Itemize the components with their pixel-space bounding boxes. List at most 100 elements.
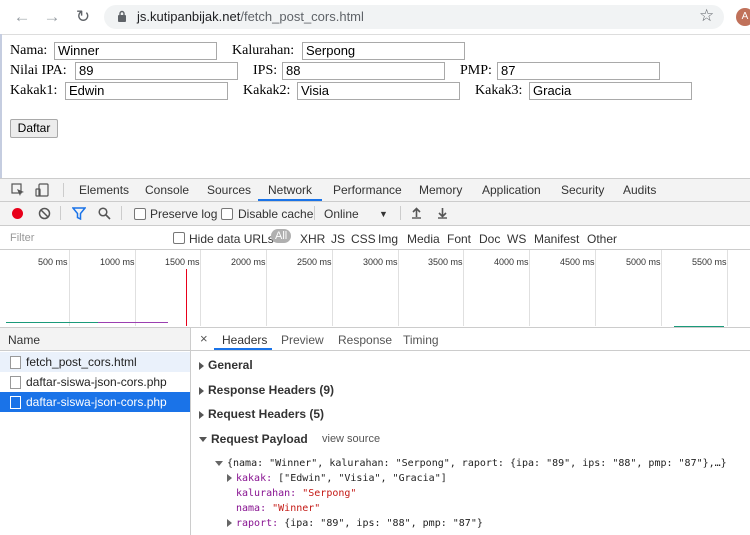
payload-row-raport[interactable]: raport: {ipa: "89", ips: "88", pmp: "87"… [227,518,483,529]
filter-type-css[interactable]: CSS [351,232,376,246]
triangle-right-icon [227,519,232,527]
kalurahan-input[interactable]: Serpong [302,42,465,60]
section-general[interactable]: General [199,358,253,372]
kakak3-label: Kakak3: [475,83,523,98]
document-icon [10,396,21,409]
payload-value: "Winner" [272,503,321,514]
kakak1-label: Kakak1: [10,83,58,98]
pmp-input[interactable]: 87 [497,62,660,80]
section-response-headers[interactable]: Response Headers (9) [199,383,334,397]
throttle-select[interactable]: Online [324,207,359,221]
tab-network[interactable]: Network [268,183,312,197]
reload-icon[interactable]: ↻ [73,7,93,27]
export-har-icon[interactable] [437,207,448,219]
filter-type-img[interactable]: Img [378,232,398,246]
timeline-tick: 3000 ms [363,257,398,267]
divider [400,206,401,220]
page-edge [0,34,2,179]
timeline-bar [98,322,168,323]
arrow-left-icon[interactable]: ← [12,7,32,27]
disable-cache-checkbox[interactable] [221,208,233,220]
url-text[interactable]: js.kutipanbijak.net/fetch_post_cors.html [137,9,364,24]
view-source-link[interactable]: view source [322,433,380,445]
filter-type-xhr[interactable]: XHR [300,232,325,246]
tab-elements[interactable]: Elements [79,183,129,197]
timeline-tick: 2000 ms [231,257,266,267]
inspect-element-icon[interactable] [11,183,25,197]
section-response-headers-label: Response Headers (9) [208,383,335,397]
import-har-icon[interactable] [411,207,422,219]
request-list: Name fetch_post_cors.html daftar-siswa-j… [0,328,191,535]
filter-type-other[interactable]: Other [587,232,617,246]
tab-console[interactable]: Console [145,183,189,197]
timeline-gridline [398,250,399,326]
tab-sources[interactable]: Sources [207,183,251,197]
timeline-tick: 500 ms [38,257,68,267]
request-name: daftar-siswa-json-cors.php [26,375,167,389]
tab-application[interactable]: Application [482,183,541,197]
timeline-gridline [69,250,70,326]
kakak1-input[interactable]: Edwin [65,82,228,100]
payload-row-kakak[interactable]: kakak: ["Edwin", "Visia", "Gracia"] [227,473,447,484]
name-header-label: Name [8,333,41,347]
filter-type-media[interactable]: Media [407,232,440,246]
filter-type-js[interactable]: JS [331,232,345,246]
timeline-gridline [661,250,662,326]
timeline-tick: 5000 ms [626,257,661,267]
section-request-headers[interactable]: Request Headers (5) [199,407,324,421]
detail-tab-response[interactable]: Response [338,333,392,347]
document-icon [10,376,21,389]
ipa-input[interactable]: 89 [75,62,238,80]
filter-bar: Filter Hide data URLs All XHR JS CSS Img… [0,226,750,250]
clear-icon[interactable] [38,207,51,220]
filter-type-doc[interactable]: Doc [479,232,500,246]
filter-icon[interactable] [72,207,86,220]
request-row[interactable]: daftar-siswa-json-cors.php [0,372,190,392]
payload-summary[interactable]: {nama: "Winner", kalurahan: "Serpong", r… [215,458,727,469]
payload-value: "Serpong" [302,488,357,499]
request-row[interactable]: fetch_post_cors.html [0,352,190,372]
url-path: /fetch_post_cors.html [240,9,364,24]
daftar-button[interactable]: Daftar [10,119,58,138]
timeline-tick: 5500 ms [692,257,727,267]
divider [314,206,315,220]
name-column-header[interactable]: Name [0,328,190,351]
active-detail-tab-indicator [214,348,272,350]
tab-security[interactable]: Security [561,183,604,197]
request-name: daftar-siswa-json-cors.php [26,395,167,409]
preserve-log-label: Preserve log [150,207,218,221]
network-overview-timeline[interactable]: 500 ms 1000 ms 1500 ms 2000 ms 2500 ms 3… [0,250,750,328]
disable-cache-label: Disable cache [238,207,314,221]
detail-tab-headers[interactable]: Headers [222,333,267,347]
hide-data-urls-checkbox[interactable] [173,232,185,244]
avatar[interactable]: A [736,8,750,26]
detail-tab-preview[interactable]: Preview [281,333,324,347]
preserve-log-checkbox[interactable] [134,208,146,220]
filter-type-ws[interactable]: WS [507,232,526,246]
tab-memory[interactable]: Memory [419,183,462,197]
filter-input[interactable]: Filter [4,229,160,246]
tab-performance[interactable]: Performance [333,183,402,197]
detail-tab-timing[interactable]: Timing [403,333,439,347]
search-icon[interactable] [98,207,111,220]
filter-type-manifest[interactable]: Manifest [534,232,579,246]
tab-audits[interactable]: Audits [623,183,656,197]
close-icon[interactable]: × [200,331,208,346]
nama-input[interactable]: Winner [54,42,217,60]
kakak2-input[interactable]: Visia [297,82,460,100]
filter-type-all[interactable]: All [271,229,292,243]
section-request-payload[interactable]: Request Payload [199,432,308,446]
timeline-tick: 4000 ms [494,257,529,267]
kakak3-input[interactable]: Gracia [529,82,692,100]
payload-row-nama: nama: "Winner" [236,503,320,514]
record-icon[interactable] [12,208,23,219]
filter-type-font[interactable]: Font [447,232,471,246]
timeline-bar [6,322,98,323]
device-toggle-icon[interactable] [35,183,49,197]
chevron-down-icon[interactable]: ▼ [379,209,388,219]
filter-placeholder: Filter [10,232,35,244]
ips-input[interactable]: 88 [282,62,445,80]
star-icon[interactable]: ☆ [699,6,714,26]
arrow-right-icon[interactable]: → [42,7,62,27]
request-row-selected[interactable]: daftar-siswa-json-cors.php [0,392,190,412]
